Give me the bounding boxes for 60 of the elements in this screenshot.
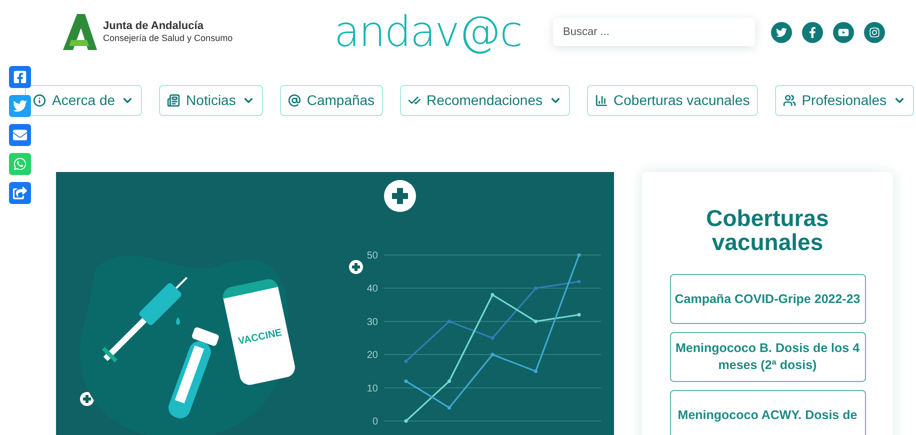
search-field[interactable]: Buscar ... [553,18,755,46]
data-point [404,379,408,383]
sidebar-title: Coberturas vacunales [705,206,830,254]
nav-menu-item[interactable]: Campañas [280,85,383,116]
facebook-share-button[interactable] [9,66,31,88]
plus-icon [384,180,416,212]
nav-menu-item[interactable]: Acerca de [25,85,142,116]
data-point [577,253,581,257]
nav-menu-item[interactable]: Recomendaciones [400,85,570,116]
junta-logo-icon [63,14,97,50]
newspaper-icon [167,94,180,107]
youtube-icon [838,26,849,38]
twitter-share-button[interactable] [9,95,31,117]
twitter-icon [13,99,27,113]
info-icon [33,94,46,107]
data-point [577,312,581,317]
envelope-icon [13,128,27,142]
axis-tick-label: 40 [366,284,378,295]
data-point [534,286,538,290]
axis-tick-label: 20 [366,350,378,362]
share-icon [13,186,27,200]
org-name: Junta de Andalucía [103,20,204,32]
share-button[interactable] [9,182,31,204]
data-point [534,369,538,373]
nav-menu-item[interactable]: Noticias [159,85,263,116]
data-point [490,352,494,356]
data-point [534,320,538,324]
bar-chart-icon [594,94,608,107]
axis-tick-label: 10 [366,383,378,394]
data-point [447,320,452,324]
data-point [577,280,581,284]
youtube-button[interactable] [833,22,854,42]
data-point [447,406,452,410]
facebook-button[interactable] [802,22,823,42]
whatsapp-icon [13,157,27,171]
axis-tick-label: 0 [372,416,378,428]
data-point [404,359,408,364]
axis-tick-label: 50 [366,250,378,262]
data-point [404,419,408,423]
twitter-button[interactable] [771,22,792,42]
plus-icon [349,260,363,274]
axis-tick-label: 30 [366,316,378,328]
data-point [490,336,494,340]
data-point [490,293,494,297]
double-check-icon [408,94,421,107]
coverage-link[interactable]: Campaña COVID-Gripe 2022-23 [670,274,866,324]
coverage-link[interactable]: Meningococo B. Dosis de los 4 meses (2ª dosis) [670,332,866,382]
at-sign-icon [288,94,301,107]
instagram-icon [869,26,880,38]
facebook-icon [13,70,27,84]
data-point [447,379,452,383]
twitter-icon [776,26,787,38]
nav-menu-item[interactable]: Coberturas vacunales [586,85,758,116]
facebook-icon [807,26,818,38]
nav-menu-item[interactable]: Profesionales [774,85,914,116]
coverage-link[interactable]: Meningococo ACWY. Dosis de [670,390,866,435]
org-department: Consejería de Salud y Consumo [103,32,233,44]
people-icon [782,94,796,107]
email-share-button[interactable] [9,124,31,146]
instagram-button[interactable] [864,22,885,42]
